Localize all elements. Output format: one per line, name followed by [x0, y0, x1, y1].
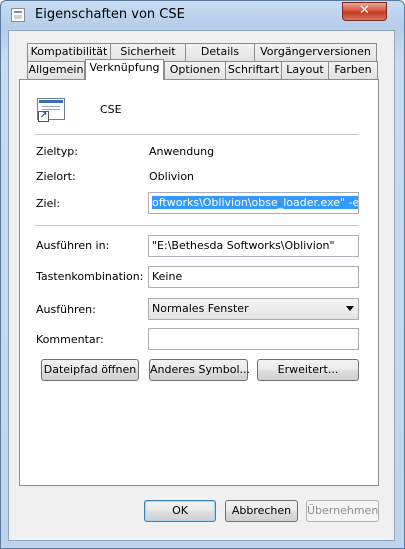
kommentar-label: Kommentar:: [36, 333, 104, 346]
tab-allgemein[interactable]: Allgemein: [27, 61, 85, 79]
cancel-button[interactable]: Abbrechen: [225, 500, 298, 522]
zielort-label: Zielort:: [36, 170, 76, 183]
zielort-value: Oblivion: [149, 170, 195, 183]
tab-farben[interactable]: Farben: [328, 61, 378, 79]
ausfuehren-select-value: Normales Fenster: [152, 302, 249, 315]
ausfuehren-in-input[interactable]: "E:\Bethesda Softworks\Oblivion": [148, 235, 359, 257]
ausfuehren-label: Ausführen:: [36, 303, 96, 316]
tab-details[interactable]: Details: [185, 43, 255, 61]
ziel-input[interactable]: oftworks\Oblivion\obse_loader.exe" -edit…: [148, 192, 359, 214]
shortcut-name: CSE: [100, 103, 122, 116]
window-app-icon: [11, 8, 25, 22]
open-file-location-button[interactable]: Dateipfad öffnen: [41, 359, 139, 381]
ziel-input-text: oftworks\Oblivion\obse_loader.exe" -edit…: [152, 196, 358, 209]
advanced-button[interactable]: Erweitert...: [257, 359, 359, 381]
ausfuehren-select[interactable]: Normales Fenster: [148, 298, 359, 320]
kommentar-input[interactable]: [148, 328, 359, 350]
zieltyp-label: Zieltyp:: [36, 145, 78, 158]
close-icon: ✕: [359, 3, 370, 18]
shortcut-icon: ↗: [37, 98, 65, 124]
apply-button[interactable]: Übernehmen: [306, 500, 379, 522]
tab-verknuepfung[interactable]: Verknüpfung: [85, 59, 164, 80]
chevron-down-icon: [346, 306, 354, 311]
tab-layout[interactable]: Layout: [281, 61, 329, 79]
close-button[interactable]: ✕: [342, 2, 387, 21]
tab-optionen[interactable]: Optionen: [164, 61, 226, 79]
tab-vorgaengerversionen[interactable]: Vorgängerversionen: [254, 43, 377, 61]
change-icon-button[interactable]: Anderes Symbol...: [149, 359, 250, 381]
divider: [34, 225, 359, 226]
tab-schriftart[interactable]: Schriftart: [225, 61, 282, 79]
ok-button[interactable]: OK: [144, 500, 216, 522]
divider: [34, 134, 359, 135]
properties-window: Eigenschaften von CSE ✕ Kompatibilität S…: [0, 0, 405, 549]
title-bar[interactable]: Eigenschaften von CSE ✕: [1, 1, 404, 29]
tastenkombination-label: Tastenkombination:: [36, 270, 144, 283]
ziel-label: Ziel:: [36, 197, 61, 210]
zieltyp-value: Anwendung: [149, 145, 215, 158]
ausfuehren-in-label: Ausführen in:: [36, 239, 110, 252]
window-title: Eigenschaften von CSE: [35, 7, 185, 22]
tastenkombination-input[interactable]: Keine: [148, 266, 359, 288]
